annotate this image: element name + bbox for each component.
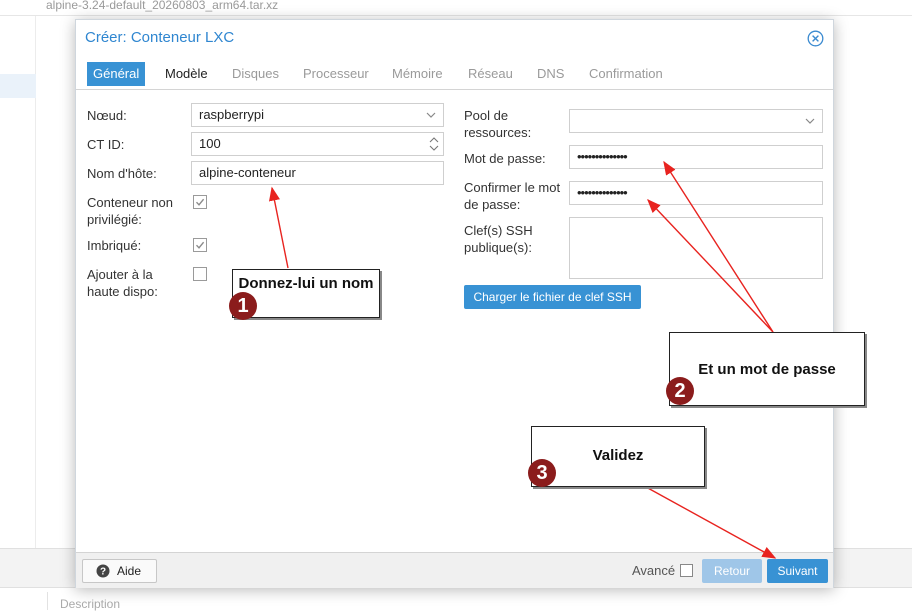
- help-label: Aide: [117, 564, 142, 578]
- background-topbar: alpine-3.24-default_20260803_arm64.tar.x…: [0, 0, 912, 16]
- ctid-stepper[interactable]: 100: [191, 132, 444, 156]
- callout-validate-text: Validez: [592, 447, 644, 464]
- checkmark-icon: [195, 241, 205, 249]
- svg-text:?: ?: [100, 567, 106, 578]
- advanced-checkbox[interactable]: [680, 564, 693, 577]
- password-value: ••••••••••••••: [577, 149, 628, 164]
- close-icon[interactable]: [807, 30, 824, 47]
- tab-memoire[interactable]: Mémoire: [386, 62, 449, 86]
- confirm-password-value: ••••••••••••••: [577, 185, 628, 200]
- password-label: Mot de passe:: [464, 151, 546, 166]
- ssh-keys-textarea[interactable]: [569, 217, 823, 279]
- tab-modele[interactable]: Modèle: [159, 62, 214, 86]
- background-left-selection: [0, 74, 36, 98]
- tab-processeur[interactable]: Processeur: [297, 62, 375, 86]
- description-column-header: Description: [60, 597, 121, 611]
- callout-validate: Validez: [531, 426, 705, 487]
- step-badge-2: 2: [666, 377, 694, 405]
- callout-name-text: Donnez-lui un nom: [238, 275, 374, 292]
- ctid-label: CT ID:: [87, 137, 125, 152]
- dialog-footer: ? Aide Avancé Retour Suivant: [76, 552, 833, 588]
- node-select[interactable]: raspberrypi: [191, 103, 444, 127]
- node-label: Nœud:: [87, 108, 127, 123]
- next-button[interactable]: Suivant: [767, 559, 828, 583]
- pool-label: Pool de ressources:: [464, 108, 532, 140]
- nesting-checkbox[interactable]: [193, 238, 207, 252]
- confirm-password-label: Confirmer le mot de passe:: [464, 180, 561, 212]
- template-filename: alpine-3.24-default_20260803_arm64.tar.x…: [46, 0, 279, 12]
- help-button[interactable]: ? Aide: [82, 559, 157, 583]
- ha-checkbox[interactable]: [193, 267, 207, 281]
- chevron-down-icon: [426, 112, 436, 118]
- background-separator: [47, 592, 48, 610]
- callout-password-text: Et un mot de passe: [698, 361, 836, 378]
- tab-general[interactable]: Général: [87, 62, 146, 86]
- callout-password: Et un mot de passe: [669, 332, 865, 406]
- dialog-header: Créer: Conteneur LXC: [76, 20, 833, 56]
- tab-reseau[interactable]: Réseau: [462, 62, 519, 86]
- spinner-arrows-icon[interactable]: [428, 134, 440, 154]
- node-value: raspberrypi: [199, 107, 265, 122]
- confirm-password-input[interactable]: ••••••••••••••: [569, 181, 823, 205]
- unprivileged-label: Conteneur non privilégié:: [87, 195, 174, 227]
- dialog-title: Créer: Conteneur LXC: [85, 29, 235, 46]
- load-ssh-key-button[interactable]: Charger le fichier de clef SSH: [464, 285, 641, 309]
- help-icon: ?: [96, 564, 110, 578]
- back-button[interactable]: Retour: [702, 559, 762, 583]
- tab-confirmation[interactable]: Confirmation: [583, 62, 669, 86]
- nesting-label: Imbriqué:: [87, 238, 142, 253]
- unprivileged-checkbox[interactable]: [193, 195, 207, 209]
- tab-disques[interactable]: Disques: [226, 62, 285, 86]
- hostname-label: Nom d'hôte:: [87, 166, 157, 181]
- checkmark-icon: [195, 198, 205, 206]
- chevron-down-icon: [805, 118, 815, 124]
- ctid-value: 100: [199, 136, 221, 151]
- pool-select[interactable]: [569, 109, 823, 133]
- hostname-input[interactable]: alpine-conteneur: [191, 161, 444, 185]
- ssh-keys-label: Clef(s) SSH publique(s):: [464, 223, 533, 255]
- password-input[interactable]: ••••••••••••••: [569, 145, 823, 169]
- advanced-label: Avancé: [632, 563, 676, 578]
- step-badge-1: 1: [229, 292, 257, 320]
- hostname-value: alpine-conteneur: [199, 165, 296, 180]
- tab-dns[interactable]: DNS: [531, 62, 570, 86]
- ha-label: Ajouter à la haute dispo:: [87, 267, 158, 299]
- create-lxc-dialog: Créer: Conteneur LXC Général Modèle Disq…: [75, 19, 834, 588]
- wizard-tabs: Général Modèle Disques Processeur Mémoir…: [76, 56, 833, 90]
- step-badge-3: 3: [528, 459, 556, 487]
